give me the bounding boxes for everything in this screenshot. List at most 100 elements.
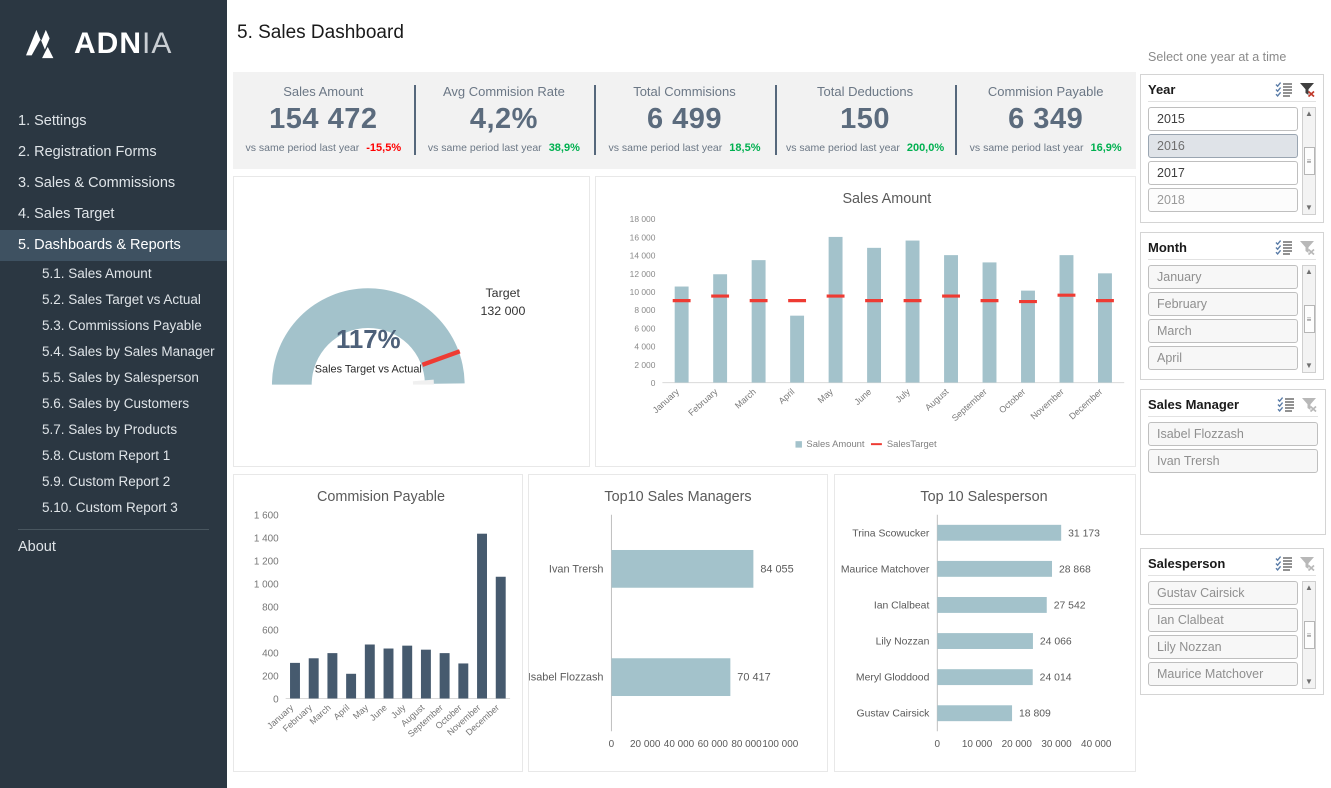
slicer-title: Year	[1148, 82, 1270, 97]
x-axis-tick-label: 20 000	[630, 739, 661, 750]
bar	[384, 649, 394, 699]
bar-value-label: 18 809	[1019, 709, 1051, 720]
slicer-option-2016[interactable]: 2016	[1148, 134, 1298, 158]
y-axis-tick-label: 1 400	[254, 534, 279, 545]
scroll-up-icon[interactable]: ▲	[1305, 110, 1313, 118]
y-axis-tick-label: 1 600	[254, 511, 279, 522]
commision-payable-chart: Commision Payable02004006008001 0001 200…	[234, 475, 522, 771]
slicer-scrollbar[interactable]: ▲ ≡ ▼	[1302, 581, 1316, 689]
multi-select-icon[interactable]	[1275, 81, 1293, 97]
clear-filter-icon[interactable]	[1298, 555, 1316, 571]
legend-swatch-sales-amount	[795, 441, 801, 447]
chart-title: Sales Amount	[842, 191, 931, 207]
y-axis-tick-label: 1 200	[254, 557, 279, 568]
slicer-scrollbar[interactable]: ▲ ≡ ▼	[1302, 265, 1316, 373]
kpi-note: vs same period last year	[245, 142, 359, 154]
slicer-hint: Select one year at a time	[1136, 0, 1331, 64]
slicer-items: January February March April	[1148, 265, 1298, 373]
bar	[937, 669, 1032, 685]
sidebar-subitem-custom-report-1[interactable]: 5.8. Custom Report 1	[0, 443, 227, 469]
slicer-option-2015[interactable]: 2015	[1148, 107, 1298, 131]
chart-title: Top10 Sales Managers	[604, 489, 751, 505]
clear-filter-icon[interactable]	[1298, 81, 1316, 97]
chart-title: Top 10 Salesperson	[920, 489, 1047, 505]
slicer-option-ian-clalbeat[interactable]: Ian Clalbeat	[1148, 608, 1298, 632]
sidebar-subitem-commissions-payable[interactable]: 5.3. Commissions Payable	[0, 313, 227, 339]
sidebar-subitem-sales-by-salesperson[interactable]: 5.5. Sales by Salesperson	[0, 365, 227, 391]
bar	[790, 316, 804, 383]
sidebar-item-registration-forms[interactable]: 2. Registration Forms	[0, 137, 227, 168]
slicer-option-march[interactable]: March	[1148, 319, 1298, 343]
slicer-option-january[interactable]: January	[1148, 265, 1298, 289]
sidebar-subitem-sales-amount[interactable]: 5.1. Sales Amount	[0, 261, 227, 287]
clear-filter-icon[interactable]	[1300, 396, 1318, 412]
slicer-option-april[interactable]: April	[1148, 346, 1298, 370]
multi-select-icon[interactable]	[1275, 239, 1293, 255]
x-axis-tick-label: 40 000	[664, 739, 695, 750]
x-axis-tick-label: May	[816, 386, 836, 405]
scrollbar-thumb[interactable]: ≡	[1304, 147, 1315, 175]
slicer-option-2017[interactable]: 2017	[1148, 161, 1298, 185]
x-axis-tick-label: June	[852, 387, 873, 407]
slicer-scrollbar[interactable]: ▲ ≡ ▼	[1302, 107, 1316, 215]
bar	[937, 633, 1033, 649]
y-axis-tick-label: 1 000	[254, 580, 279, 591]
slicer-body: January February March April ▲ ≡ ▼	[1148, 265, 1316, 373]
gauge-remainder-arc	[413, 380, 434, 385]
sidebar-subitem-sales-target-vs-actual[interactable]: 5.2. Sales Target vs Actual	[0, 287, 227, 313]
multi-select-icon[interactable]	[1277, 396, 1295, 412]
x-axis-tick-label: 20 000	[1002, 739, 1033, 750]
scroll-up-icon[interactable]: ▲	[1305, 268, 1313, 276]
scroll-down-icon[interactable]: ▼	[1305, 362, 1313, 370]
slicer-items: 2015 2016 2017 2018	[1148, 107, 1298, 215]
multi-select-icon[interactable]	[1275, 555, 1293, 571]
scroll-up-icon[interactable]: ▲	[1305, 584, 1313, 592]
sidebar-subitem-sales-by-customers[interactable]: 5.6. Sales by Customers	[0, 391, 227, 417]
clear-filter-icon[interactable]	[1298, 239, 1316, 255]
slicer-option-february[interactable]: February	[1148, 292, 1298, 316]
bar	[402, 646, 412, 699]
x-axis-tick-label: February	[686, 386, 720, 418]
kpi-delta: 38,9%	[549, 142, 580, 154]
slicer-title: Salesperson	[1148, 556, 1270, 571]
gauge-caption: Sales Target vs Actual	[315, 364, 422, 376]
scroll-down-icon[interactable]: ▼	[1305, 678, 1313, 686]
sidebar-subitem-sales-by-products[interactable]: 5.7. Sales by Products	[0, 417, 227, 443]
sidebar-subitem-sales-by-sales-manager[interactable]: 5.4. Sales by Sales Manager	[0, 339, 227, 365]
y-axis-tick-label: 400	[262, 649, 279, 660]
kpi-card-total-commisions: Total Commisions 6 499 vs same period la…	[594, 72, 775, 169]
sidebar-subitem-custom-report-2[interactable]: 5.9. Custom Report 2	[0, 469, 227, 495]
sidebar-subitem-custom-report-3[interactable]: 5.10. Custom Report 3	[0, 495, 227, 521]
logo-wordmark: ADNIA	[74, 27, 172, 61]
sidebar-item-about[interactable]: About	[0, 530, 227, 555]
slicer-year: Year 2015 2016	[1140, 74, 1324, 223]
slicer-option-lily-nozzan[interactable]: Lily Nozzan	[1148, 635, 1298, 659]
sidebar-item-sales-commissions[interactable]: 3. Sales & Commissions	[0, 168, 227, 199]
gauge-percent-label: 117%	[336, 326, 401, 354]
slicer-header: Sales Manager	[1148, 396, 1318, 417]
slicer-option-gustav-cairsick[interactable]: Gustav Cairsick	[1148, 581, 1298, 605]
category-label: Lily Nozzan	[876, 637, 930, 648]
slicer-option-maurice-matchover[interactable]: Maurice Matchover	[1148, 662, 1298, 686]
sidebar-item-sales-target[interactable]: 4. Sales Target	[0, 199, 227, 230]
slicer-body: 2015 2016 2017 2018 ▲ ≡ ▼	[1148, 107, 1316, 215]
y-axis-tick-label: 0	[651, 378, 656, 388]
bar	[309, 658, 319, 698]
slicer-option-2018[interactable]: 2018	[1148, 188, 1298, 212]
slicer-option-isabel-flozzash[interactable]: Isabel Flozzash	[1148, 422, 1318, 446]
bar	[1021, 291, 1035, 383]
slicer-option-ivan-trersh[interactable]: Ivan Trersh	[1148, 449, 1318, 473]
scrollbar-thumb[interactable]: ≡	[1304, 305, 1315, 333]
scrollbar-thumb[interactable]: ≡	[1304, 621, 1315, 649]
sidebar-item-dashboards-reports[interactable]: 5. Dashboards & Reports	[0, 230, 227, 261]
sidebar-item-settings[interactable]: 1. Settings	[0, 106, 227, 137]
kpi-card-commision-payable: Commision Payable 6 349 vs same period l…	[955, 72, 1136, 169]
kpi-value: 154 472	[269, 103, 377, 136]
bar	[937, 705, 1012, 721]
gauge-target-label: Target	[485, 286, 520, 300]
bar	[290, 663, 300, 699]
kpi-footer: vs same period last year 38,9%	[428, 142, 580, 154]
category-label: Maurice Matchover	[841, 564, 930, 575]
slicer-salesperson: Salesperson Gustav Cairsick	[1140, 548, 1324, 695]
scroll-down-icon[interactable]: ▼	[1305, 204, 1313, 212]
